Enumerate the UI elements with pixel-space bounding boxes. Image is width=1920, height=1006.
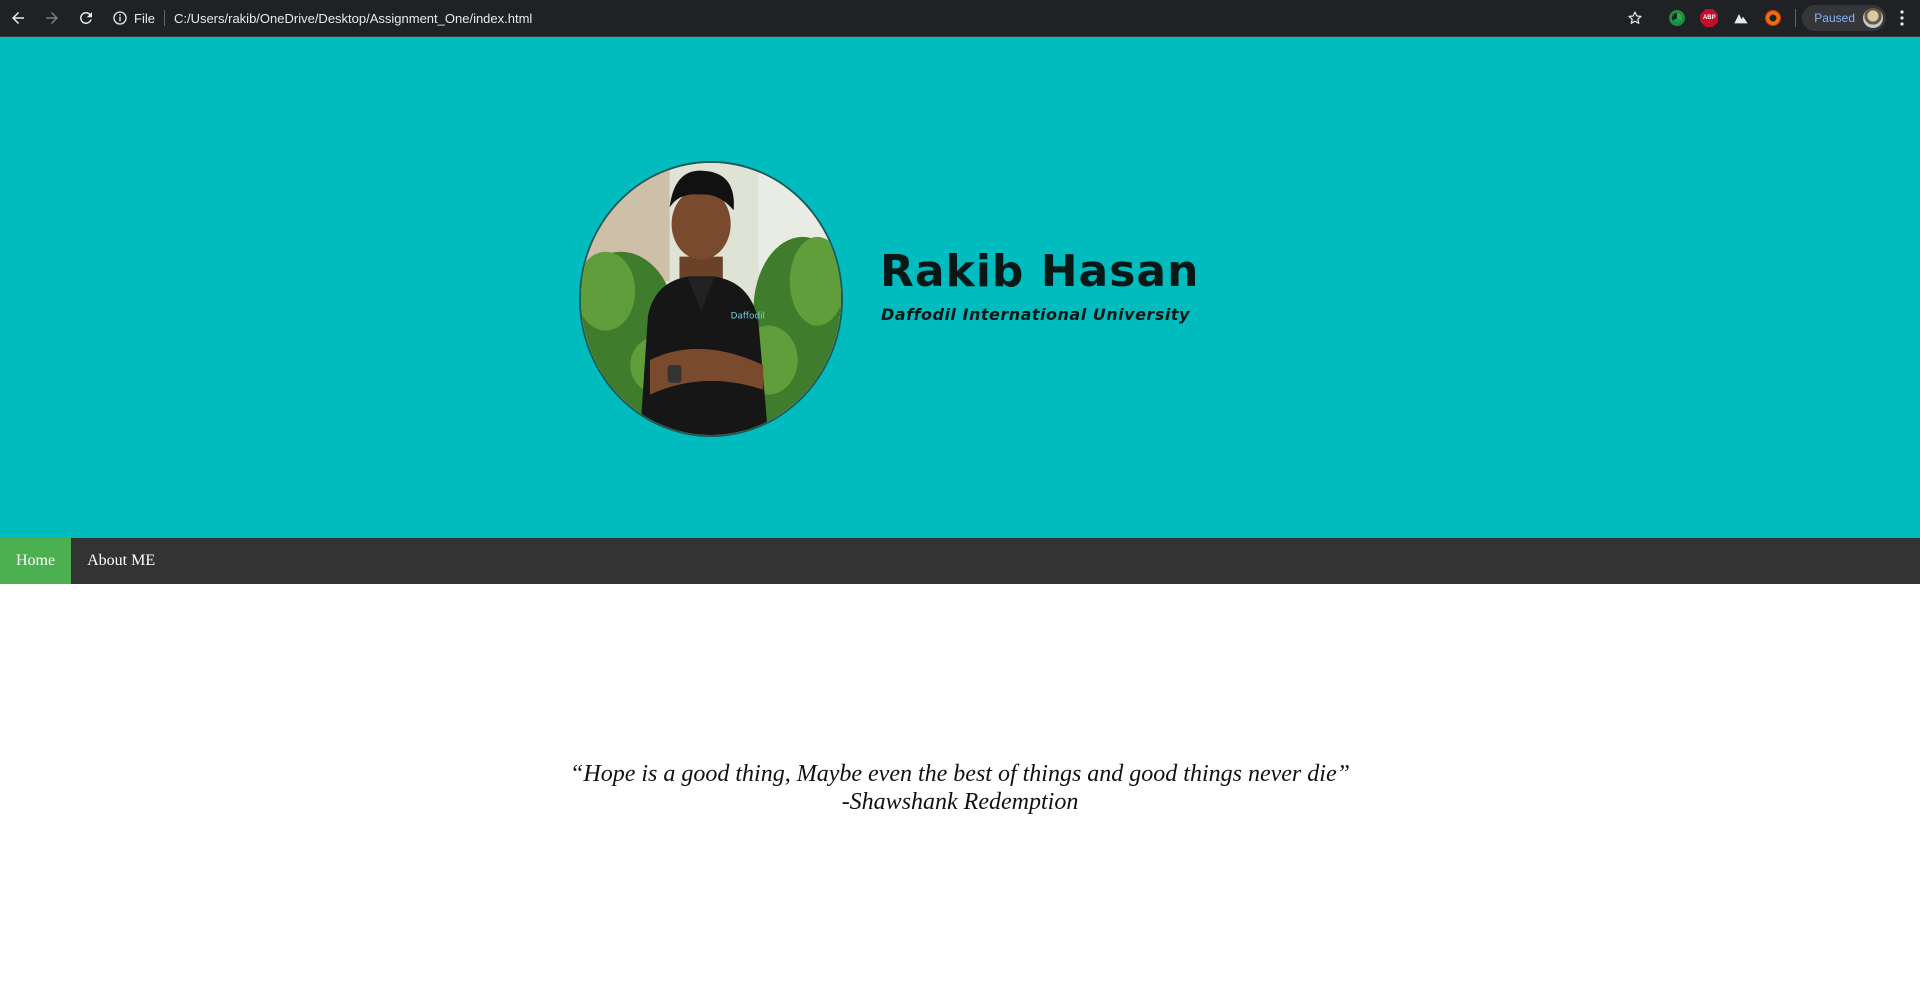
extension-green-button[interactable] [1661,2,1693,34]
extension-adblock-button[interactable]: ABP [1693,2,1725,34]
info-icon[interactable] [112,10,128,26]
chrome-green-ext-icon [1669,10,1686,26]
adblock-plus-icon: ABP [1700,9,1719,27]
kebab-menu-icon [1900,10,1904,26]
forward-button[interactable] [36,2,68,34]
address-divider [163,10,165,26]
profile-university: Daffodil International University [881,305,1190,324]
menu-button[interactable] [1890,10,1914,26]
mountain-ext-icon [1734,14,1748,24]
back-arrow-icon [12,12,24,24]
quote-block: “Hope is a good thing, Maybe even the be… [0,760,1920,816]
svg-text:Daffodil: Daffodil [731,312,765,322]
profile-button[interactable]: Paused [1802,5,1886,31]
toolbar-right: ABP Paused [1619,0,1920,37]
browser-toolbar: File C:/Users/rakib/OneDrive/Desktop/Ass… [0,0,1920,37]
extension-mountain-button[interactable] [1725,2,1757,34]
reload-button[interactable] [70,2,102,34]
nav-home[interactable]: Home [0,538,72,584]
profile-status: Paused [1814,11,1855,25]
profile-name: Rakib Hasan [880,246,1200,297]
extension-orange-button[interactable] [1757,2,1789,34]
back-button[interactable] [2,2,34,34]
main-nav: Home About ME [0,538,1920,584]
toolbar-divider [1795,9,1797,27]
scheme-label: File [134,10,155,26]
url-text[interactable]: C:/Users/rakib/OneDrive/Desktop/Assignme… [174,11,532,26]
reload-icon [79,11,92,24]
forward-arrow-icon [46,12,58,24]
profile-photo-illustration: Daffodil [581,163,841,435]
bookmark-star-button[interactable] [1619,2,1651,34]
profile-photo: Daffodil [579,161,843,437]
orange-ring-ext-icon [1765,10,1782,26]
address-bar[interactable]: File C:/Users/rakib/OneDrive/Desktop/Ass… [112,4,532,32]
quote-text: “Hope is a good thing, Maybe even the be… [570,761,1350,787]
nav-about-me[interactable]: About ME [71,538,171,584]
star-icon [1628,11,1642,24]
page-header: Daffodil Rakib Hasan Daffodil Internatio… [0,37,1920,538]
quote-attribution: -Shawshank Redemption [841,789,1079,815]
avatar-icon [1863,8,1883,28]
